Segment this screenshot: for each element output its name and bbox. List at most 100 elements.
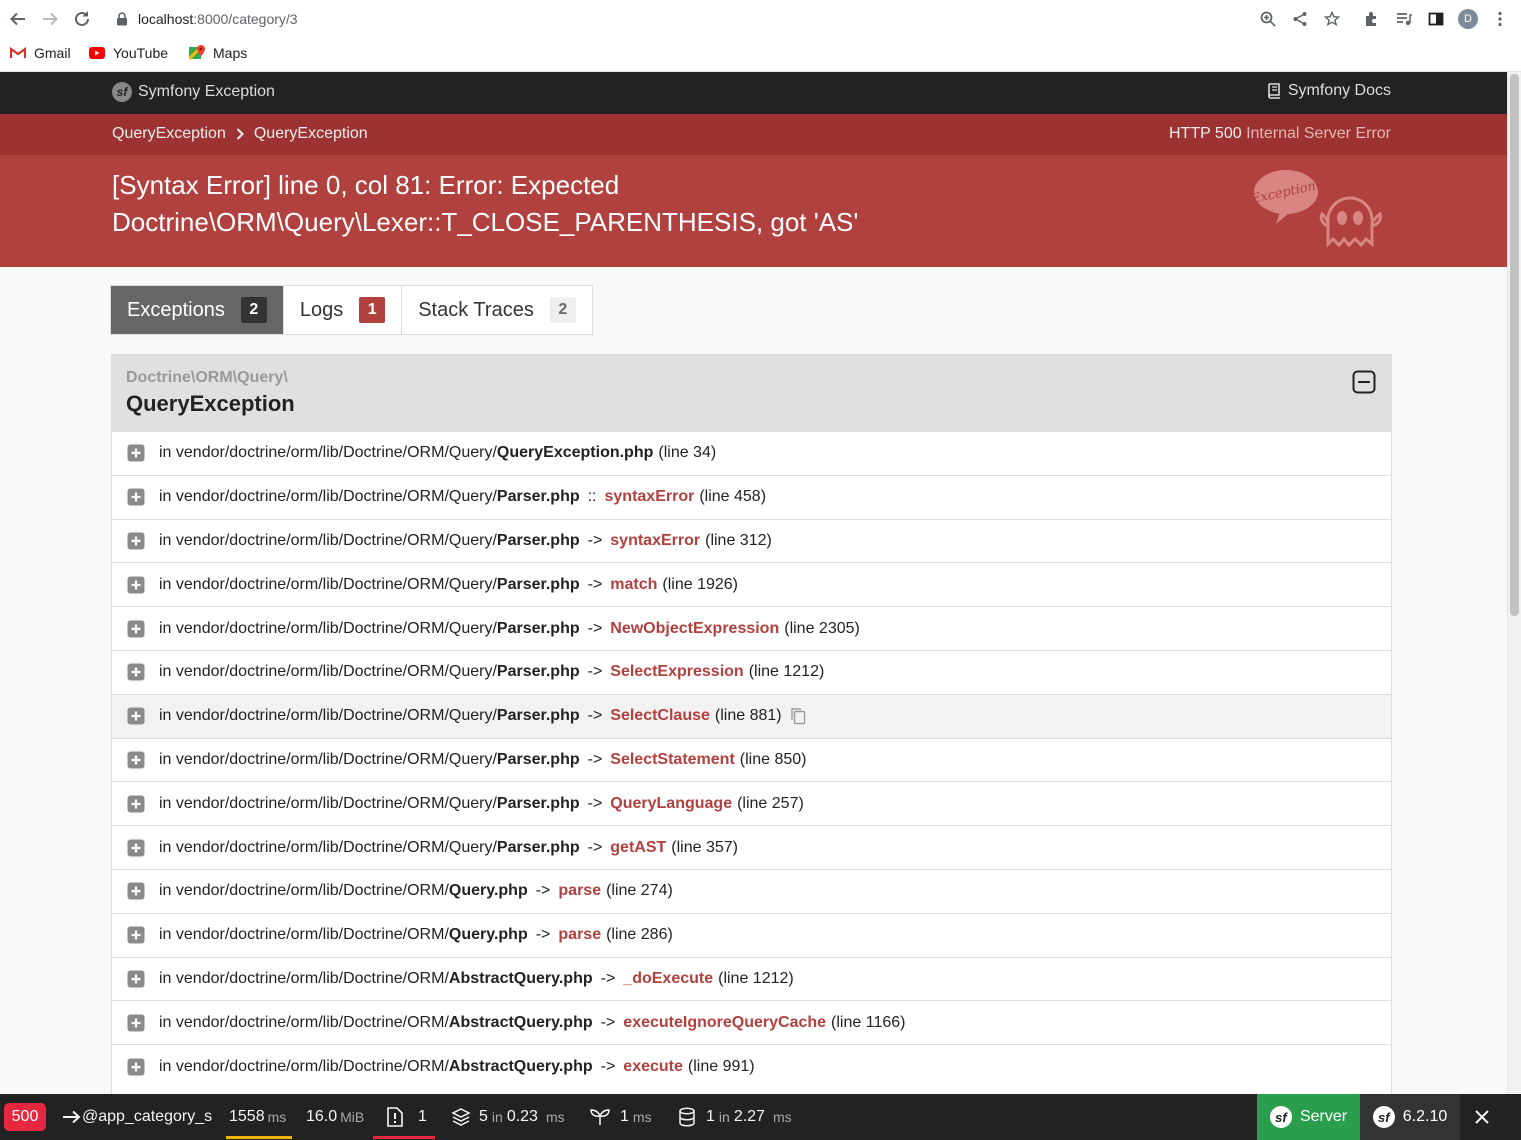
forward-icon[interactable] (40, 9, 60, 29)
exception-tabs: Exceptions 2 Logs 1 Stack Traces 2 (110, 285, 593, 335)
collapse-icon[interactable] (1352, 370, 1376, 394)
tab-exceptions[interactable]: Exceptions 2 (111, 286, 283, 334)
trace-row[interactable]: in vendor/doctrine/orm/lib/Doctrine/ORM/… (112, 562, 1391, 606)
line-number: (line 257) (737, 794, 804, 812)
file-path: in vendor/doctrine/orm/lib/Doctrine/ORM/… (159, 707, 497, 725)
trace-row[interactable]: in vendor/doctrine/orm/lib/Doctrine/ORM/… (112, 693, 1391, 738)
expand-icon[interactable] (127, 1058, 145, 1076)
symfony-logo-icon: sf (1372, 1106, 1395, 1128)
media-queue-icon[interactable] (1395, 10, 1413, 28)
trace-row[interactable]: in vendor/doctrine/orm/lib/Doctrine/ORM/… (112, 649, 1391, 694)
trace-row[interactable]: in vendor/doctrine/orm/lib/Doctrine/ORM/… (112, 912, 1391, 957)
expand-icon[interactable] (127, 795, 145, 813)
expand-icon[interactable] (127, 751, 145, 769)
expand-icon[interactable] (127, 882, 145, 900)
toolbar-version[interactable]: sf 6.2.10 (1360, 1094, 1460, 1140)
expand-icon[interactable] (127, 532, 145, 550)
trace-row[interactable]: in vendor/doctrine/orm/lib/Doctrine/ORM/… (112, 1000, 1391, 1044)
page-scrollbar[interactable] (1507, 72, 1521, 1094)
cache-count: 5 (479, 1108, 488, 1125)
file-name: Parser.php (496, 663, 580, 681)
close-icon[interactable] (1473, 1108, 1491, 1126)
status-badge[interactable]: 500 (4, 1103, 46, 1131)
function-name: SelectExpression (610, 663, 744, 681)
call-separator: :: (587, 488, 597, 506)
zoom-icon[interactable] (1259, 10, 1277, 28)
file-name: AbstractQuery.php (448, 969, 593, 987)
toolbar-route[interactable]: @app_category_s (62, 1094, 212, 1140)
toolbar-cache[interactable]: 5 in 0.23 ms (451, 1094, 565, 1140)
tab-logs[interactable]: Logs 1 (282, 286, 401, 334)
breadcrumb-item: QueryException (253, 125, 368, 142)
back-icon[interactable] (8, 9, 28, 29)
toolbar-time[interactable]: 1558 ms (226, 1094, 292, 1140)
web-debug-toolbar: 500 @app_category_s 1558 ms 16.0 MiB 1 5… (0, 1094, 1521, 1140)
expand-icon[interactable] (127, 926, 145, 944)
toolbar-server[interactable]: sf Server (1257, 1094, 1360, 1140)
file-path: in vendor/doctrine/orm/lib/Doctrine/ORM/ (159, 969, 449, 987)
expand-icon[interactable] (127, 707, 145, 725)
trace-row[interactable]: in vendor/doctrine/orm/lib/Doctrine/ORM/… (112, 1044, 1391, 1088)
trace-row[interactable]: in vendor/doctrine/orm/lib/Doctrine/ORM/… (112, 956, 1391, 1001)
share-icon[interactable] (1291, 10, 1309, 28)
exception-message-line: [Syntax Error] line 0, col 81: Error: Ex… (112, 170, 620, 200)
file-path: in vendor/doctrine/orm/lib/Doctrine/ORM/… (159, 619, 497, 637)
toolbar-logs[interactable]: 1 (373, 1094, 435, 1140)
bookmark-youtube[interactable]: YouTube (89, 42, 168, 64)
bookmark-star-icon[interactable] (1323, 10, 1341, 28)
expand-icon[interactable] (127, 970, 145, 988)
scrollbar-thumb[interactable] (1510, 74, 1519, 616)
trace-row[interactable]: in vendor/doctrine/orm/lib/Doctrine/ORM/… (112, 474, 1391, 519)
trace-header[interactable]: Doctrine\ORM\Query\ QueryException (112, 355, 1391, 431)
bookmark-maps[interactable]: Maps (189, 42, 247, 64)
call-separator: -> (587, 619, 603, 637)
expand-icon[interactable] (127, 663, 145, 681)
line-number: (line 312) (705, 531, 772, 549)
toolbar-database[interactable]: 1 in 2.27 ms (678, 1094, 792, 1140)
symfony-docs-link[interactable]: Symfony Docs (1266, 82, 1391, 100)
trace-row[interactable]: in vendor/doctrine/orm/lib/Doctrine/ORM/… (112, 868, 1391, 913)
expand-icon[interactable] (127, 839, 145, 857)
function-name: getAST (610, 838, 667, 856)
database-icon (679, 1107, 695, 1127)
toolbar-twig[interactable]: 1 ms (590, 1094, 652, 1140)
brand-label: Symfony Exception (138, 83, 275, 100)
error-page: sf Symfony Exception Symfony Docs QueryE… (0, 72, 1507, 1094)
line-number: (line 458) (699, 488, 767, 506)
call-separator: -> (587, 707, 603, 725)
expand-icon[interactable] (127, 1014, 145, 1032)
trace-row[interactable]: in vendor/doctrine/orm/lib/Doctrine/ORM/… (112, 431, 1391, 475)
trace-row[interactable]: in vendor/doctrine/orm/lib/Doctrine/ORM/… (112, 825, 1391, 869)
trace-row[interactable]: in vendor/doctrine/orm/lib/Doctrine/ORM/… (112, 737, 1391, 782)
trace-row[interactable]: in vendor/doctrine/orm/lib/Doctrine/ORM/… (112, 518, 1391, 563)
bookmark-gmail[interactable]: Gmail (10, 42, 71, 64)
line-number: (line 991) (687, 1057, 755, 1075)
reload-icon[interactable] (72, 9, 92, 29)
file-name: AbstractQuery.php (448, 1013, 593, 1031)
url-host: localhost (138, 11, 194, 27)
tab-stack-traces[interactable]: Stack Traces 2 (401, 286, 592, 334)
file-path: in vendor/doctrine/orm/lib/Doctrine/ORM/ (159, 1057, 449, 1075)
expand-icon[interactable] (127, 620, 145, 638)
exception-class: QueryException (126, 391, 295, 416)
side-panel-icon[interactable] (1427, 10, 1445, 28)
profile-avatar[interactable]: D (1458, 9, 1478, 29)
breadcrumb: QueryException QueryException HTTP 500 I… (0, 114, 1507, 155)
expand-icon[interactable] (127, 576, 145, 594)
address-bar[interactable]: localhost:8000/category/3 (104, 3, 1294, 35)
extensions-icon[interactable] (1363, 10, 1381, 28)
expand-icon[interactable] (127, 488, 145, 506)
trace-row[interactable]: in vendor/doctrine/orm/lib/Doctrine/ORM/… (112, 781, 1391, 825)
expand-icon[interactable] (127, 444, 145, 462)
layers-icon (451, 1108, 471, 1126)
call-separator: -> (587, 575, 603, 593)
menu-kebab-icon[interactable] (1491, 10, 1509, 28)
browser-chrome: localhost:8000/category/3 D Gmail YouTu… (0, 0, 1521, 72)
memory-unit: MiB (340, 1109, 365, 1125)
copy-icon[interactable] (790, 707, 806, 725)
toolbar-memory[interactable]: 16.0 MiB (306, 1094, 364, 1140)
file-path: in vendor/doctrine/orm/lib/Doctrine/ORM/… (159, 794, 497, 812)
trace-row[interactable]: in vendor/doctrine/orm/lib/Doctrine/ORM/… (112, 606, 1391, 650)
line-number: (line 1926) (662, 575, 739, 593)
twig-unit: ms (632, 1109, 652, 1125)
